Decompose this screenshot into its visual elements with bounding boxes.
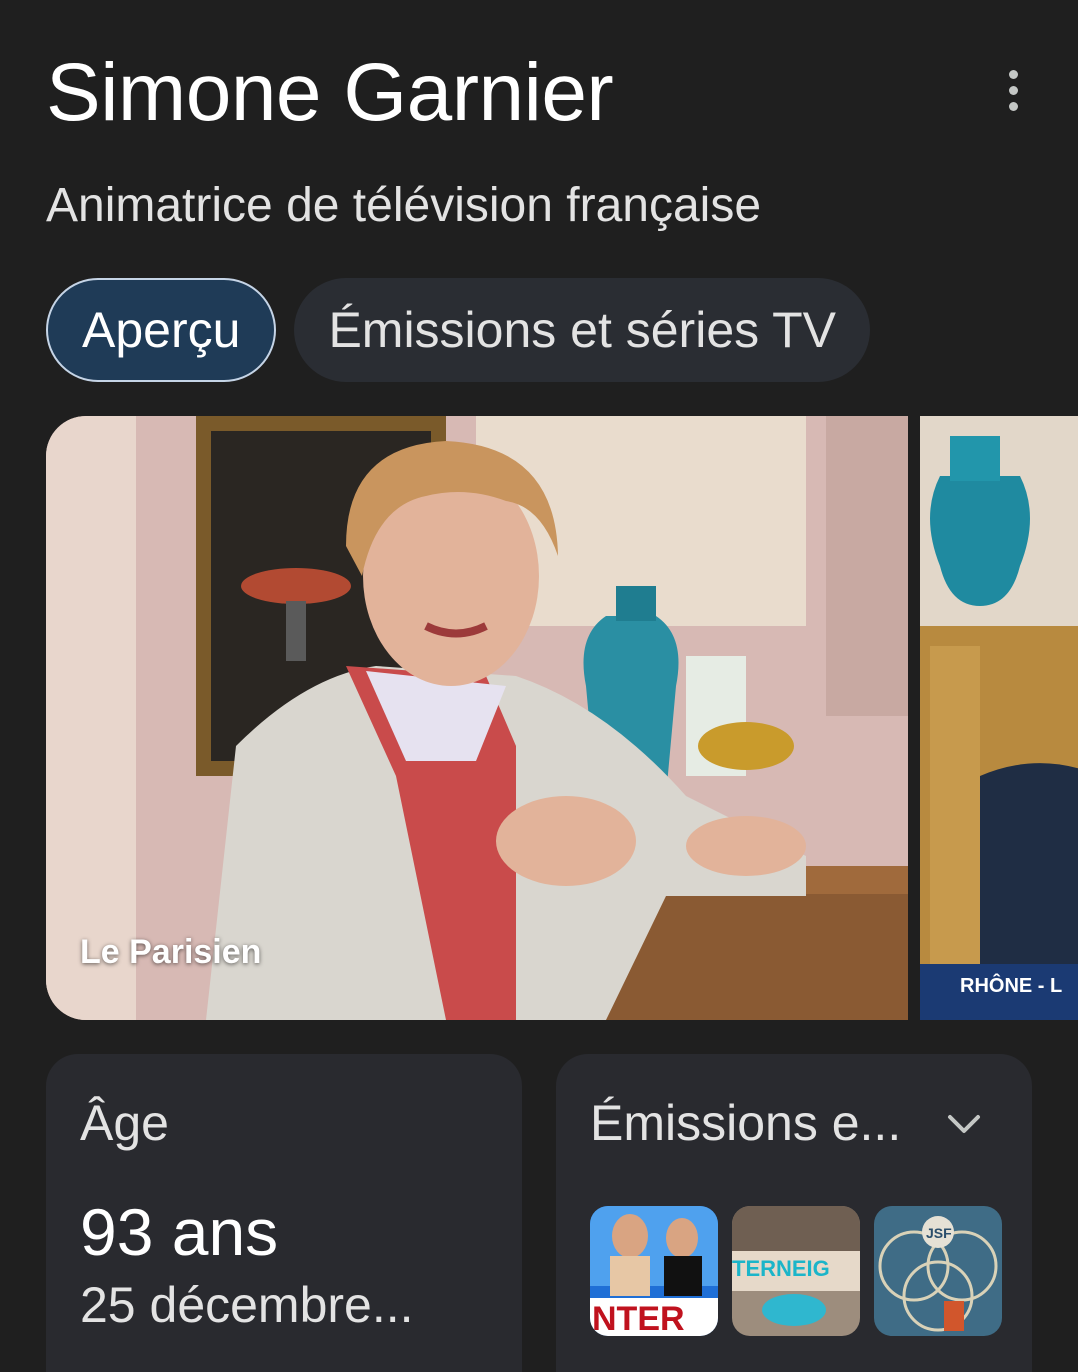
tab-apercu[interactable]: Aperçu xyxy=(46,278,277,382)
chevron-down-icon[interactable] xyxy=(942,1102,986,1146)
shows-card[interactable]: Émissions e... NTER TERNEIG JSF xyxy=(556,1054,1032,1372)
more-options-button[interactable] xyxy=(988,62,1038,118)
thumbnail-text: TERNEIG xyxy=(732,1256,830,1281)
shows-thumbnails: NTER TERNEIG JSF xyxy=(590,1206,1002,1336)
more-dot-icon xyxy=(1008,85,1018,95)
age-label: Âge xyxy=(80,1095,169,1151)
broadcast-caption: RHÔNE - L xyxy=(960,973,1062,997)
page-subtitle: Animatrice de télévision française xyxy=(46,179,762,232)
show-thumbnail[interactable]: NTER xyxy=(590,1206,718,1336)
knowledge-panel: Simone Garnier Animatrice de télévision … xyxy=(0,0,1078,1372)
age-value: 93 ans xyxy=(80,1195,279,1269)
show-thumbnail-image: TERNEIG xyxy=(732,1206,860,1336)
image-source-label: Le Parisien xyxy=(80,933,262,971)
show-thumbnail[interactable]: JSF xyxy=(874,1206,1002,1336)
birth-date: 25 décembre... xyxy=(80,1277,414,1333)
age-card[interactable]: Âge 93 ans 25 décembre... xyxy=(46,1054,522,1372)
secondary-image: RHÔNE - L xyxy=(920,416,1078,1020)
thumbnail-text: JSF xyxy=(926,1225,952,1241)
main-photo[interactable]: Le Parisien xyxy=(46,416,908,1020)
more-dot-icon xyxy=(1008,69,1018,79)
image-carousel: Le Parisien RHÔNE - L xyxy=(46,416,1078,1020)
show-thumbnail[interactable]: TERNEIG xyxy=(732,1206,860,1336)
more-dot-icon xyxy=(1008,101,1018,111)
show-thumbnail-image: NTER xyxy=(590,1206,718,1336)
secondary-photo[interactable]: RHÔNE - L xyxy=(920,416,1078,1020)
shows-label: Émissions e... xyxy=(590,1095,902,1151)
portrait-image xyxy=(46,416,908,1020)
show-thumbnail-image: JSF xyxy=(874,1206,1002,1336)
tab-bar: Aperçu Émissions et séries TV xyxy=(46,278,871,382)
thumbnail-text: NTER xyxy=(592,1300,685,1336)
tab-emissions-series[interactable]: Émissions et séries TV xyxy=(294,278,871,382)
page-title: Simone Garnier xyxy=(46,47,614,138)
